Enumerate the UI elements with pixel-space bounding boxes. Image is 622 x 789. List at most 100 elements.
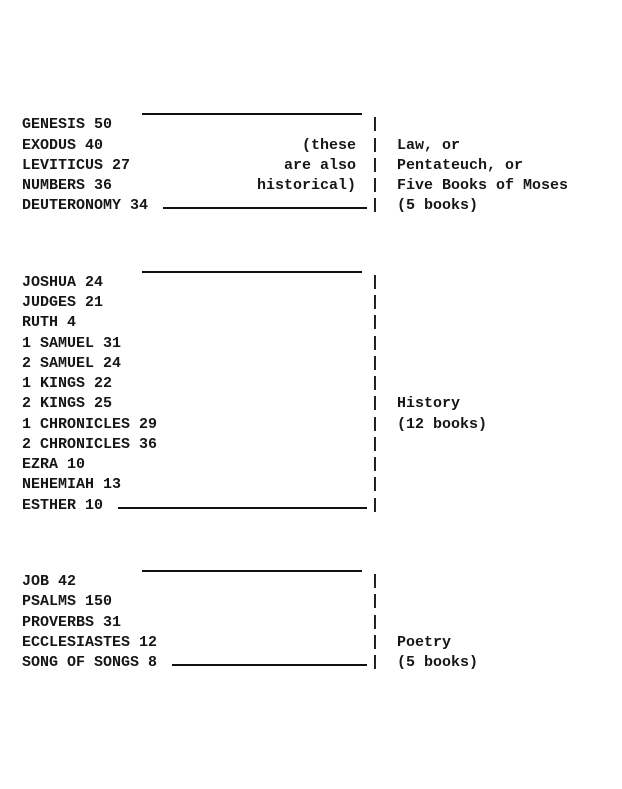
book-name: ECCLESIASTES (22, 634, 130, 651)
section-note-line: historical) (257, 176, 356, 196)
book-row: GENESIS 50 | (22, 115, 600, 135)
book-row: JOB 42 | (22, 572, 600, 592)
section-bottom-rule (163, 199, 367, 209)
book-name: 1 SAMUEL (22, 335, 94, 352)
book-row: 2 KINGS 25 | History (22, 394, 600, 414)
divider-pipe: | (362, 273, 388, 293)
book-name: JOB (22, 573, 49, 590)
book-chapters: 8 (148, 654, 157, 671)
section-bottom-rule (118, 498, 367, 508)
book-chapters: 12 (139, 634, 157, 651)
book-chapters: 21 (85, 294, 103, 311)
divider-pipe: | (362, 592, 388, 612)
section-desc-line: Pentateuch, or (397, 157, 523, 174)
book-name: ESTHER (22, 497, 76, 514)
book-name: 2 KINGS (22, 395, 85, 412)
section-desc-line: Law, or (397, 137, 460, 154)
book-name: LEVITICUS (22, 157, 103, 174)
book-chapters: 25 (94, 395, 112, 412)
section-bottom-rule (172, 656, 367, 666)
divider-pipe: | (362, 415, 388, 435)
divider-pipe: | (362, 176, 388, 196)
section-desc-line: History (397, 395, 460, 412)
book-row: NEHEMIAH 13 | (22, 475, 600, 495)
book-row: EZRA 10| (22, 455, 600, 475)
book-chapters: 13 (103, 476, 121, 493)
book-name: SONG OF SONGS (22, 654, 139, 671)
book-name: EZRA (22, 456, 58, 473)
book-chapters: 22 (94, 375, 112, 392)
divider-pipe: | (362, 334, 388, 354)
section-desc-line: (12 books) (397, 416, 487, 433)
book-row: LEVITICUS 27 are also | Pentateuch, or (22, 156, 600, 176)
book-row: JUDGES 21 | (22, 293, 600, 313)
section-gap (22, 534, 600, 552)
book-row: PSALMS 150| (22, 592, 600, 612)
book-row: NUMBERS 36historical)| Five Books of Mos… (22, 176, 600, 196)
book-row: PROVERBS 31 | (22, 613, 600, 633)
divider-pipe: | (362, 613, 388, 633)
book-row: RUTH 4 | (22, 313, 600, 333)
book-name: NUMBERS (22, 177, 85, 194)
divider-pipe: | (362, 572, 388, 592)
divider-pipe: | (362, 354, 388, 374)
book-chapters: 10 (85, 497, 103, 514)
book-name: JOSHUA (22, 274, 76, 291)
section-top-rule (22, 253, 600, 273)
divider-pipe: | (362, 475, 388, 495)
book-row: 1 SAMUEL 31 | (22, 334, 600, 354)
section-desc-line: (5 books) (397, 197, 478, 214)
book-name: 1 CHRONICLES (22, 416, 130, 433)
section-gap (22, 217, 600, 235)
book-name: RUTH (22, 314, 58, 331)
book-name: NEHEMIAH (22, 476, 94, 493)
divider-pipe: | (362, 136, 388, 156)
book-chapters: 29 (139, 416, 157, 433)
divider-pipe: | (362, 313, 388, 333)
book-chapters: 4 (67, 314, 76, 331)
book-chapters: 24 (85, 274, 103, 291)
book-row: JOSHUA 24 | (22, 273, 600, 293)
book-row: DEUTERONOMY 34 | (5 books) (22, 196, 600, 216)
book-row: EXODUS 40 (these | Law, or (22, 136, 600, 156)
section-top-rule (22, 95, 600, 115)
book-chapters: 36 (139, 436, 157, 453)
section-gap (22, 516, 600, 534)
book-name: JUDGES (22, 294, 76, 311)
book-chapters: 31 (103, 335, 121, 352)
book-row: ESTHER 10 | (22, 496, 600, 516)
book-row: ECCLESIASTES 12 | Poetry (22, 633, 600, 653)
book-row: 2 CHRONICLES 36 | (22, 435, 600, 455)
book-name: GENESIS (22, 116, 85, 133)
book-chapters: 34 (130, 197, 148, 214)
book-row: 1 CHRONICLES 29 | (12 books) (22, 415, 600, 435)
book-name: 2 CHRONICLES (22, 436, 130, 453)
divider-pipe: | (362, 374, 388, 394)
book-row: 1 KINGS 22 | (22, 374, 600, 394)
divider-pipe: | (362, 115, 388, 135)
divider-pipe: | (362, 156, 388, 176)
section-note-line: (these (302, 136, 356, 156)
divider-pipe: | (362, 293, 388, 313)
section-top-rule (22, 552, 600, 572)
book-chapters: 42 (58, 573, 76, 590)
book-row: SONG OF SONGS 8 | (5 books) (22, 653, 600, 673)
section-note-line: are also (284, 156, 356, 176)
book-chapters: 27 (112, 157, 130, 174)
section-gap (22, 235, 600, 253)
section-desc-line: (5 books) (397, 654, 478, 671)
divider-pipe: | (362, 633, 388, 653)
book-name: 1 KINGS (22, 375, 85, 392)
book-chapters: 31 (103, 614, 121, 631)
book-chapters: 50 (94, 116, 112, 133)
divider-pipe: | (362, 394, 388, 414)
book-row: 2 SAMUEL 24| (22, 354, 600, 374)
book-name: EXODUS (22, 137, 76, 154)
book-name: 2 SAMUEL (22, 355, 94, 372)
section-desc-line: Five Books of Moses (397, 177, 568, 194)
divider-pipe: | (362, 435, 388, 455)
bible-sections-list: GENESIS 50 | EXODUS 40 (these | Law, or LEVI… (22, 95, 600, 673)
book-name: PROVERBS (22, 614, 94, 631)
section-desc-line: Poetry (397, 634, 451, 651)
book-chapters: 40 (85, 137, 103, 154)
